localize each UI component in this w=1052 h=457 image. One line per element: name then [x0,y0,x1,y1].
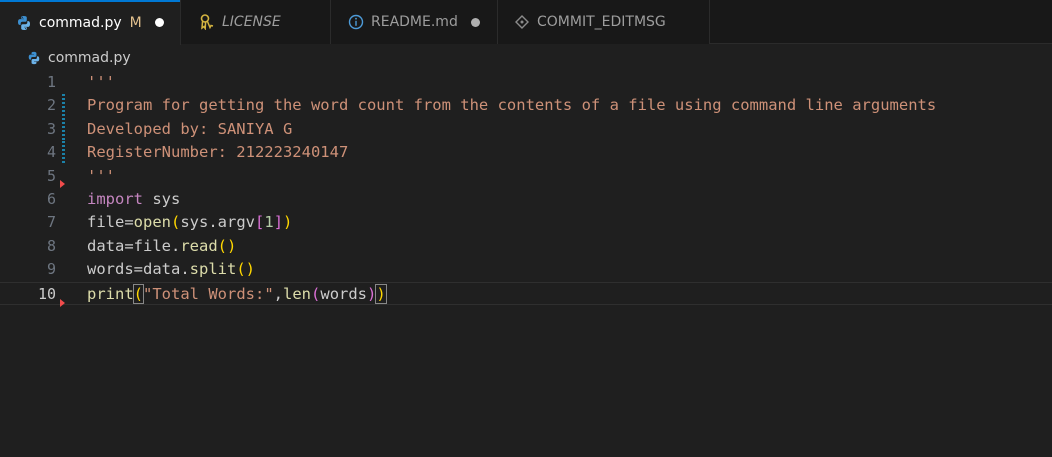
token-keyword: import [87,189,143,208]
git-change-marker[interactable] [62,117,65,142]
token-bracket: [ [255,213,265,232]
code-line[interactable]: 8 data=file.read() [0,235,1052,258]
code-line[interactable]: 1 ''' [0,71,1052,94]
token-bracket: ) [283,213,293,232]
code-text: words=data.split() [87,258,255,281]
code-line[interactable]: 4 RegisterNumber: 212223240147 [0,141,1052,165]
token-string: ''' [87,73,115,91]
git-deleted-marker-icon[interactable] [60,298,65,307]
line-number: 6 [46,189,56,208]
tab-label: README.md [371,14,458,30]
tab-readme[interactable]: README.md [331,0,498,44]
token-function: print [87,284,134,303]
token-identifier: file= [87,213,134,232]
unsaved-dot-icon[interactable] [470,17,480,27]
token-string: Developed by: SANIYA G [87,119,293,138]
token-identifier: words=data. [87,260,190,279]
token-string: ''' [87,166,115,185]
token-bracket: ( [311,284,321,303]
line-number: 10 [37,284,56,303]
line-number: 1 [46,73,56,91]
line-number: 2 [46,96,56,115]
token-identifier: sys.argv [180,213,255,232]
code-text: file=open(sys.argv[1]) [87,211,292,234]
code-text: Program for getting the word count from … [87,94,936,117]
tab-bar: commad.py M LICENSE README.md COMMIT_EDI… [0,0,1052,45]
code-line-current[interactable]: 10 print("Total Words:",len(words)) [0,281,1052,307]
info-icon [348,14,364,30]
token-function: len [283,284,312,303]
git-deleted-marker-icon[interactable] [60,179,65,188]
tab-label: commad.py [39,14,122,31]
tab-label: LICENSE [222,14,281,30]
code-text: ''' [87,165,115,188]
token-punctuation: , [273,284,284,303]
token-function: open [133,213,171,232]
code-text: print("Total Words:",len(words)) [87,283,387,306]
modified-indicator: M [129,14,142,31]
code-line[interactable]: 9 words=data.split() [0,258,1052,281]
unsaved-dot-icon[interactable] [154,18,164,27]
tab-label: COMMIT_EDITMSG [537,14,666,30]
tab-license[interactable]: LICENSE [181,0,331,44]
token-function: split [189,260,237,279]
token-string: "Total Words:" [143,284,274,303]
token-bracket: ] [273,213,284,232]
token-string: RegisterNumber: 212223240147 [87,143,349,162]
line-number: 8 [46,236,56,255]
token-bracket: ( [171,213,181,232]
code-text: RegisterNumber: 212223240147 [87,141,348,164]
git-commit-icon [514,14,530,30]
token-bracket: () [217,236,237,255]
license-icon [199,14,215,31]
token-identifier: words [320,284,368,303]
code-line[interactable]: 6 import sys [0,188,1052,211]
git-change-marker[interactable] [62,94,65,118]
code-text: ''' [87,71,115,94]
code-text: Developed by: SANIYA G [87,118,292,141]
token-bracket: () [236,260,255,279]
code-line[interactable]: 3 Developed by: SANIYA G [0,117,1052,142]
git-change-marker[interactable] [62,141,65,165]
token-identifier: sys [143,189,181,208]
code-line[interactable]: 2 Program for getting the word count fro… [0,94,1052,118]
tab-commit-editmsg[interactable]: COMMIT_EDITMSG [498,0,710,44]
code-line[interactable]: 7 file=open(sys.argv[1]) [0,211,1052,234]
line-number: 9 [46,260,56,279]
python-icon [16,15,32,31]
line-number: 7 [46,213,56,232]
breadcrumb[interactable]: commad.py [0,45,1052,71]
token-function: read [180,236,218,255]
code-editor[interactable]: 1 ''' 2 Program for getting the word cou… [0,71,1052,307]
breadcrumb-file[interactable]: commad.py [48,50,131,66]
line-number: 3 [46,119,56,138]
token-number: 1 [264,213,274,232]
token-identifier: data=file. [87,236,181,255]
code-line[interactable]: 5 ''' [0,165,1052,188]
tab-commad-py[interactable]: commad.py M [0,0,181,45]
code-text: data=file.read() [87,235,236,258]
python-icon [27,51,41,65]
token-bracket: ) [367,284,377,303]
token-bracket-matched: ( [132,283,145,304]
token-string: Program for getting the word count from … [87,96,937,115]
token-bracket-matched: ) [375,283,387,304]
line-number: 4 [46,143,56,162]
code-text: import sys [87,188,180,211]
editor-window: commad.py M LICENSE README.md COMMIT_EDI… [0,0,1052,457]
line-number: 5 [46,166,56,185]
